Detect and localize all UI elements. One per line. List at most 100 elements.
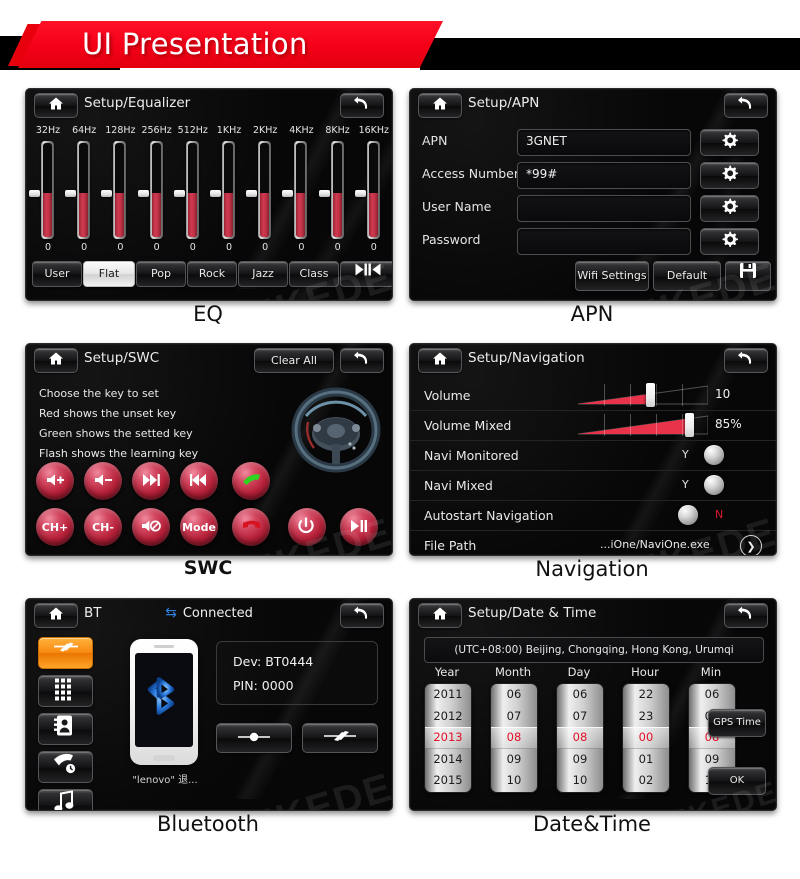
eq-slider-knob[interactable] — [318, 190, 330, 197]
datetime-picker-day[interactable]: 06 07 08 09 10 — [556, 683, 604, 793]
apn-gear-button[interactable] — [700, 162, 759, 189]
back-button[interactable] — [340, 348, 384, 373]
eq-prev-next-button[interactable] — [340, 261, 392, 287]
back-button[interactable] — [724, 603, 768, 628]
clear-all-button[interactable]: Clear All — [254, 348, 334, 373]
mode-key[interactable]: Mode — [180, 508, 218, 546]
datetime-picker-month[interactable]: 06 07 08 09 10 — [490, 683, 538, 793]
bt-connect-button[interactable] — [302, 723, 378, 753]
navigation-slider-knob[interactable] — [685, 413, 694, 437]
apn-default-button[interactable]: Default — [653, 261, 721, 291]
datetime-value[interactable]: 06 — [491, 684, 537, 706]
back-button[interactable] — [340, 603, 384, 628]
eq-preset-jazz[interactable]: Jazz — [238, 261, 288, 287]
play-pause-key[interactable] — [340, 508, 378, 546]
eq-slider[interactable] — [281, 141, 321, 239]
navigation-toggle-switch[interactable] — [678, 505, 698, 525]
datetime-value[interactable]: 06 — [557, 684, 603, 706]
home-button[interactable] — [418, 348, 462, 373]
datetime-value[interactable]: 23 — [623, 706, 669, 728]
apn-save-button[interactable] — [725, 261, 771, 291]
back-button[interactable] — [724, 348, 768, 373]
eq-slider[interactable] — [209, 141, 249, 239]
eq-preset-flat[interactable]: Flat — [83, 261, 135, 287]
datetime-value[interactable]: 2012 — [425, 706, 471, 728]
eq-slider-knob[interactable] — [210, 190, 221, 197]
datetime-value[interactable]: 06 — [689, 684, 735, 706]
datetime-value[interactable]: 09 — [491, 749, 537, 771]
chevron-right-icon[interactable]: ❯ — [740, 535, 762, 555]
datetime-selected-value[interactable]: 08 — [557, 727, 603, 749]
bt-keypad-tab[interactable] — [38, 675, 93, 707]
home-button[interactable] — [34, 348, 78, 373]
datetime-value[interactable]: 10 — [491, 770, 537, 792]
back-button[interactable] — [340, 93, 384, 118]
datetime-value[interactable]: 02 — [623, 770, 669, 792]
next-track-key[interactable] — [132, 462, 170, 500]
channel-down-key[interactable]: CH- — [84, 508, 122, 546]
navigation-slider-knob[interactable] — [646, 383, 655, 407]
navigation-toggle-switch[interactable] — [704, 475, 724, 495]
datetime-picker-hour[interactable]: 22 23 00 01 02 — [622, 683, 670, 793]
datetime-value[interactable]: 2011 — [425, 684, 471, 706]
eq-preset-user[interactable]: User — [32, 261, 82, 287]
navigation-toggle-switch[interactable] — [704, 445, 724, 465]
apn-input-access-number[interactable]: *99# — [517, 162, 691, 189]
datetime-value[interactable]: 01 — [623, 749, 669, 771]
datetime-picker-year[interactable]: 2011 2012 2013 2014 2015 — [424, 683, 472, 793]
hangup-call-key[interactable] — [232, 508, 270, 546]
eq-slider[interactable] — [354, 141, 392, 239]
datetime-value[interactable]: 22 — [623, 684, 669, 706]
apn-action-bar[interactable]: Wifi Settings Default — [410, 261, 776, 291]
prev-track-key[interactable] — [180, 462, 218, 500]
eq-slider-knob[interactable] — [65, 190, 77, 197]
eq-slider-knob[interactable] — [246, 190, 258, 197]
apn-wifi-settings-button[interactable]: Wifi Settings — [575, 261, 649, 291]
datetime-value[interactable]: 10 — [557, 770, 603, 792]
datetime-value[interactable]: 2015 — [425, 770, 471, 792]
eq-slider-knob[interactable] — [101, 190, 113, 197]
eq-slider-knob[interactable] — [29, 190, 40, 197]
swc-key-grid[interactable]: CH+ CH- Mode — [36, 462, 392, 550]
datetime-value[interactable]: 07 — [491, 706, 537, 728]
answer-call-key[interactable] — [232, 462, 270, 500]
ok-button[interactable]: OK — [708, 767, 766, 795]
volume-up-key[interactable] — [36, 462, 74, 500]
datetime-value[interactable]: 07 — [557, 706, 603, 728]
eq-slider-knob[interactable] — [282, 190, 294, 197]
eq-slider[interactable] — [245, 141, 285, 239]
mute-key[interactable] — [132, 508, 170, 546]
back-button[interactable] — [724, 93, 768, 118]
bt-connect-tab[interactable] — [38, 637, 93, 669]
eq-slider-knob[interactable] — [137, 190, 149, 197]
bt-music-tab[interactable] — [38, 789, 93, 810]
apn-input-user-name[interactable] — [517, 195, 691, 222]
eq-slider[interactable] — [28, 141, 68, 239]
home-button[interactable] — [34, 93, 78, 118]
navigation-slider[interactable] — [577, 383, 709, 407]
apn-input-password[interactable] — [517, 228, 691, 255]
eq-preset-rock[interactable]: Rock — [187, 261, 237, 287]
bt-contacts-tab[interactable] — [38, 713, 93, 745]
home-button[interactable] — [418, 603, 462, 628]
eq-slider-group[interactable] — [26, 141, 392, 239]
datetime-selected-value[interactable]: 00 — [623, 727, 669, 749]
datetime-selected-value[interactable]: 08 — [491, 727, 537, 749]
bt-calllog-tab[interactable] — [38, 751, 93, 783]
eq-slider[interactable] — [137, 141, 177, 239]
bluetooth-sidebar[interactable] — [38, 637, 93, 810]
volume-down-key[interactable] — [84, 462, 122, 500]
apn-input-apn[interactable]: 3GNET — [517, 129, 691, 156]
apn-gear-button[interactable] — [700, 129, 759, 156]
navigation-slider[interactable] — [577, 413, 709, 437]
eq-slider[interactable] — [100, 141, 140, 239]
home-button[interactable] — [418, 93, 462, 118]
apn-gear-button[interactable] — [700, 228, 759, 255]
gps-time-button[interactable]: GPS Time — [708, 709, 766, 737]
power-key[interactable] — [288, 508, 326, 546]
channel-up-key[interactable]: CH+ — [36, 508, 74, 546]
eq-preset-class[interactable]: Class — [289, 261, 339, 287]
eq-slider-knob[interactable] — [354, 190, 366, 197]
datetime-selected-value[interactable]: 2013 — [425, 727, 471, 749]
eq-slider[interactable] — [173, 141, 213, 239]
